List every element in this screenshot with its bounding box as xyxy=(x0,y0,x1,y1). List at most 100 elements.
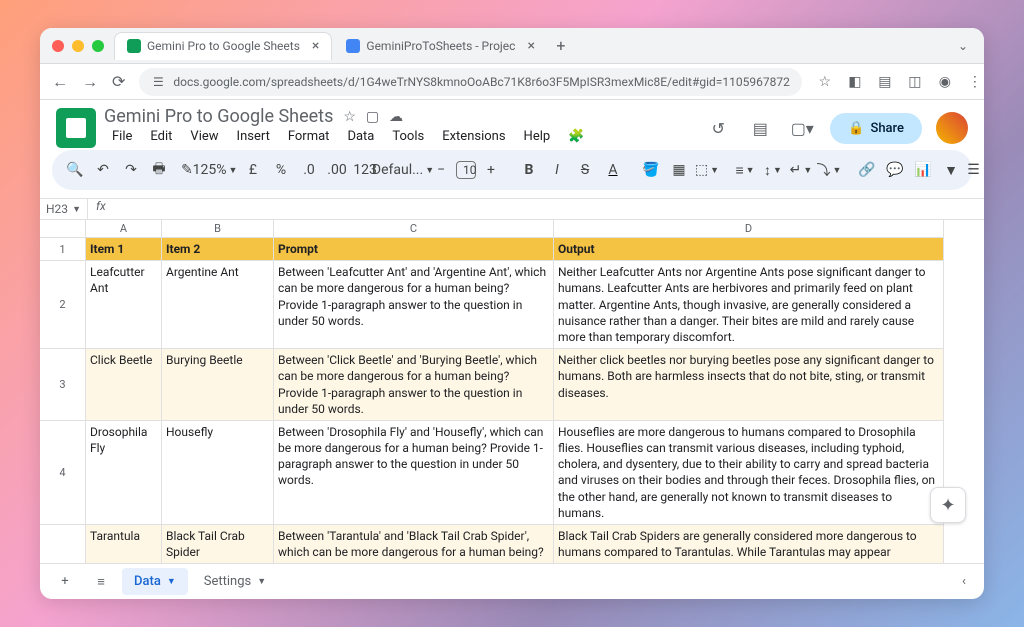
history-icon[interactable]: ↺ xyxy=(704,114,732,142)
puzzle-icon[interactable]: 🧩 xyxy=(560,127,592,146)
cell[interactable]: Drosophila Fly xyxy=(86,421,162,525)
all-sheets-button[interactable]: ≡ xyxy=(86,567,116,597)
font-size-decrease[interactable]: − xyxy=(428,157,454,183)
share-button[interactable]: 🔒 Share xyxy=(830,113,922,144)
menu-extensions[interactable]: Extensions xyxy=(434,127,513,146)
cell[interactable]: Between 'Leafcutter Ant' and 'Argentine … xyxy=(274,261,554,349)
move-icon[interactable]: ▢ xyxy=(366,109,379,125)
sheet-tab-menu-icon[interactable]: ▼ xyxy=(167,576,176,587)
menu-file[interactable]: File xyxy=(104,127,140,146)
close-tab-icon[interactable]: × xyxy=(312,38,319,54)
sheets-logo[interactable] xyxy=(56,108,96,148)
print-icon[interactable]: 🖶 xyxy=(146,157,172,183)
cell[interactable]: Between 'Drosophila Fly' and 'Housefly',… xyxy=(274,421,554,525)
cell[interactable]: Black Tail Crab Spider xyxy=(162,525,274,563)
reload-button[interactable]: ⟳ xyxy=(112,72,125,91)
maximize-window-button[interactable] xyxy=(92,40,104,52)
menu-format[interactable]: Format xyxy=(280,127,338,146)
forward-button[interactable]: → xyxy=(82,72,98,92)
sheet-tab-settings[interactable]: Settings▼ xyxy=(192,568,278,595)
minimize-window-button[interactable] xyxy=(72,40,84,52)
cell[interactable]: Between 'Click Beetle' and 'Burying Beet… xyxy=(274,349,554,421)
redo-icon[interactable]: ↷ xyxy=(118,157,144,183)
cell[interactable]: Prompt xyxy=(274,238,554,261)
filter-views-icon[interactable]: ☰▼ xyxy=(966,157,984,183)
select-all-cell[interactable] xyxy=(40,220,86,238)
rotate-icon[interactable]: ⤵▼ xyxy=(816,157,842,183)
cell[interactable]: Output xyxy=(554,238,944,261)
cell[interactable]: Housefly xyxy=(162,421,274,525)
extension-icon[interactable]: ◫ xyxy=(906,73,924,91)
filter-icon[interactable]: ▼ xyxy=(938,157,964,183)
col-header[interactable]: A xyxy=(86,220,162,238)
cell[interactable]: Houseflies are more dangerous to humans … xyxy=(554,421,944,525)
menu-tools[interactable]: Tools xyxy=(384,127,432,146)
cell[interactable]: Black Tail Crab Spiders are generally co… xyxy=(554,525,944,563)
cell[interactable]: Item 1 xyxy=(86,238,162,261)
cell[interactable]: Neither Leafcutter Ants nor Argentine An… xyxy=(554,261,944,349)
close-window-button[interactable] xyxy=(52,40,64,52)
strikethrough-icon[interactable]: S xyxy=(572,157,598,183)
borders-icon[interactable]: ▦ xyxy=(666,157,692,183)
undo-icon[interactable]: ↶ xyxy=(90,157,116,183)
cell[interactable]: Leafcutter Ant xyxy=(86,261,162,349)
menu-edit[interactable]: Edit xyxy=(142,127,180,146)
chart-icon[interactable]: 📊 xyxy=(910,157,936,183)
name-box[interactable]: H23▼ xyxy=(40,199,88,219)
spreadsheet-grid[interactable]: A B C D 1 Item 1 Item 2 Prompt Output 2L… xyxy=(40,220,984,563)
increase-decimal-icon[interactable]: .00 xyxy=(324,157,350,183)
sheet-tab-menu-icon[interactable]: ▼ xyxy=(257,576,266,587)
font-selector[interactable]: Defaul...▼ xyxy=(390,157,416,183)
col-header[interactable]: C xyxy=(274,220,554,238)
menu-insert[interactable]: Insert xyxy=(229,127,278,146)
browser-tab-appsscript[interactable]: GeminiProToSheets - Projec × xyxy=(334,32,547,60)
tab-overflow-icon[interactable]: ⌄ xyxy=(954,35,972,57)
url-input[interactable]: ☰ docs.google.com/spreadsheets/d/1G4weTr… xyxy=(139,68,801,96)
col-header[interactable]: B xyxy=(162,220,274,238)
cell[interactable]: Click Beetle xyxy=(86,349,162,421)
decrease-decimal-icon[interactable]: .0 xyxy=(296,157,322,183)
cell[interactable]: Item 2 xyxy=(162,238,274,261)
font-size-input[interactable]: 10 xyxy=(456,161,476,179)
cell[interactable]: Neither click beetles nor burying beetle… xyxy=(554,349,944,421)
zoom-selector[interactable]: 125%▼ xyxy=(202,157,228,183)
wrap-icon[interactable]: ↵▼ xyxy=(788,157,814,183)
overflow-icon[interactable]: ⋮ xyxy=(966,73,984,91)
merge-icon[interactable]: ⬚▼ xyxy=(694,157,720,183)
comments-icon[interactable]: ▤ xyxy=(746,114,774,142)
cell[interactable]: Burying Beetle xyxy=(162,349,274,421)
row-header[interactable]: 2 xyxy=(40,261,86,349)
h-align-icon[interactable]: ≡▼ xyxy=(732,157,758,183)
link-icon[interactable]: 🔗 xyxy=(854,157,880,183)
menu-help[interactable]: Help xyxy=(516,127,559,146)
text-color-icon[interactable]: A xyxy=(600,157,626,183)
row-header[interactable]: 3 xyxy=(40,349,86,421)
document-title[interactable]: Gemini Pro to Google Sheets xyxy=(104,106,333,127)
cloud-icon[interactable]: ☁ xyxy=(389,109,403,125)
explore-button[interactable]: ✦ xyxy=(930,487,966,523)
font-size-increase[interactable]: + xyxy=(478,157,504,183)
sheet-tab-data[interactable]: Data▼ xyxy=(122,568,188,595)
extension-icon[interactable]: ▤ xyxy=(876,73,894,91)
scroll-left-icon[interactable]: ‹ xyxy=(954,574,974,589)
currency-icon[interactable]: £ xyxy=(240,157,266,183)
col-header[interactable]: D xyxy=(554,220,944,238)
cell[interactable]: Tarantula xyxy=(86,525,162,563)
search-icon[interactable]: 🔍 xyxy=(62,157,88,183)
cell[interactable]: Argentine Ant xyxy=(162,261,274,349)
extension-icon[interactable]: ◧ xyxy=(846,73,864,91)
cell[interactable]: Between 'Tarantula' and 'Black Tail Crab… xyxy=(274,525,554,563)
row-header[interactable]: 1 xyxy=(40,238,86,261)
browser-tab-sheets[interactable]: Gemini Pro to Google Sheets × xyxy=(114,32,332,60)
account-avatar[interactable] xyxy=(936,112,968,144)
bold-icon[interactable]: B xyxy=(516,157,542,183)
menu-view[interactable]: View xyxy=(182,127,226,146)
fill-color-icon[interactable]: 🪣 xyxy=(638,157,664,183)
site-info-icon[interactable]: ☰ xyxy=(151,75,165,89)
row-header[interactable]: 4 xyxy=(40,421,86,525)
menu-data[interactable]: Data xyxy=(339,127,382,146)
row-header[interactable]: 5 xyxy=(40,525,86,563)
add-sheet-button[interactable]: + xyxy=(50,567,80,597)
extension-icon[interactable]: ◉ xyxy=(936,73,954,91)
star-icon[interactable]: ☆ xyxy=(816,73,834,91)
